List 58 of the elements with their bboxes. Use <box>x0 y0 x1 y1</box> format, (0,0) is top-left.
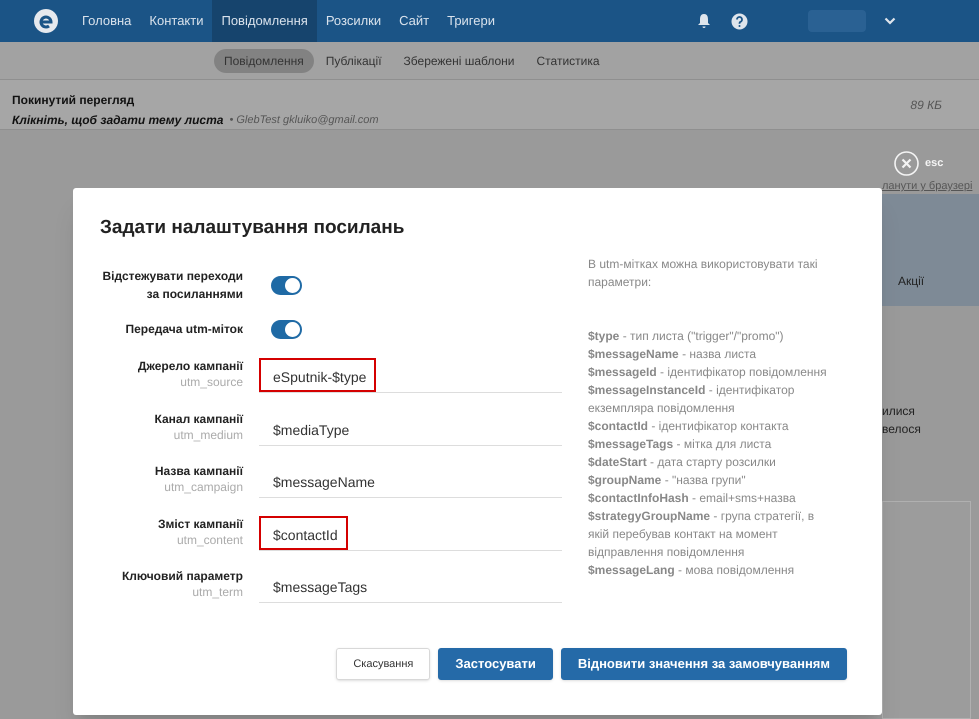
field-label: Назва кампанії <box>154 463 243 479</box>
close-icon[interactable] <box>894 150 919 176</box>
sender-address: • GlebTest gkluiko@gmail.com <box>229 112 379 128</box>
nav-item[interactable]: Сайт <box>390 0 438 42</box>
field-label: Джерело кампанії <box>138 358 243 374</box>
field-label: Канал кампанії <box>154 410 243 426</box>
help-parameter-text: $messageLang - мова повідомлення <box>588 562 796 579</box>
dialog-button[interactable]: Застосувати <box>438 648 553 680</box>
sub-tab[interactable]: Публікації <box>316 48 392 72</box>
help-parameter-text: $dateStart - дата старту розсилки <box>588 454 777 471</box>
field-parameter: utm_medium <box>174 426 243 444</box>
esc-label: esc <box>925 156 944 171</box>
help-parameter-text: $messageTags - мітка для листа <box>588 436 772 453</box>
help-icon[interactable] <box>731 12 748 30</box>
message-subject[interactable]: Клікніть, щоб задати тему листа <box>12 111 224 129</box>
background-text: илися <box>882 403 916 420</box>
nav-item[interactable]: Контакти <box>140 0 212 42</box>
field-label: Зміст кампанії <box>158 516 243 532</box>
field-label: Ключовий параметр <box>122 568 243 584</box>
toggle-switch[interactable] <box>271 320 302 338</box>
field-parameter: utm_campaign <box>164 479 243 496</box>
toggle-label: Відстежувати переходи за посиланнями <box>102 268 243 303</box>
field-parameter: utm_term <box>192 584 243 601</box>
help-parameter-text: $contactId - ідентифікатор контакта <box>588 418 790 435</box>
help-parameter-text: $messageInstanceId - ідентифікатор екземпляра повідомлення <box>588 382 796 417</box>
text-field[interactable]: $contactId <box>259 516 348 550</box>
text-field[interactable]: $messageTags <box>259 568 378 602</box>
dialog-title: Задати налаштування посилань <box>100 217 406 239</box>
text-field[interactable]: $mediaType <box>259 410 360 444</box>
nav-item[interactable]: Головна <box>73 0 140 42</box>
text-field[interactable]: eSputnik-$type <box>259 358 376 392</box>
banner-label: Акції <box>898 273 924 290</box>
help-parameter-text: $type - тип листа ("trigger"/"promo") <box>588 328 785 345</box>
dialog-button[interactable]: Відновити значення за замовчуванням <box>560 648 847 680</box>
message-size: 89 КБ <box>910 97 942 114</box>
help-parameter-text: $groupName - "назва групи" <box>588 472 747 489</box>
bell-icon[interactable] <box>697 13 711 29</box>
help-parameter-text: $contactInfoHash - email+sms+назва <box>588 490 797 507</box>
background-text: велося <box>882 421 922 438</box>
help-parameter-text: $messageId - ідентифікатор повідомлення <box>588 364 828 381</box>
nav-item[interactable]: Повідомлення <box>212 0 317 42</box>
sub-tab[interactable]: Статистика <box>526 48 610 72</box>
chevron-down-icon[interactable] <box>884 17 896 25</box>
help-parameter-text: $messageName - назва листа <box>588 346 758 363</box>
nav-item[interactable]: Тригери <box>438 0 504 42</box>
toggle-label: Передача utm-міток <box>124 321 243 338</box>
nav-item[interactable]: Розсилки <box>316 0 390 42</box>
dialog-button[interactable]: Скасування <box>336 648 430 680</box>
sub-tab[interactable]: Повідомлення <box>214 48 314 72</box>
field-parameter: utm_source <box>180 374 243 391</box>
message-title: Покинутий перегляд <box>12 92 136 109</box>
logo-icon[interactable] <box>33 8 59 34</box>
toggle-switch[interactable] <box>271 276 302 294</box>
help-parameter-text: $strategyGroupName - група стратегії, в якій перебував контакт на момент відправлення повідомлення <box>588 508 816 561</box>
field-parameter: utm_content <box>176 532 243 548</box>
sub-tab[interactable]: Збережені шаблони <box>394 48 525 72</box>
text-field[interactable]: $messageName <box>259 463 385 497</box>
help-intro: В utm-мітках можна використовувати такі параметри: <box>588 256 819 291</box>
